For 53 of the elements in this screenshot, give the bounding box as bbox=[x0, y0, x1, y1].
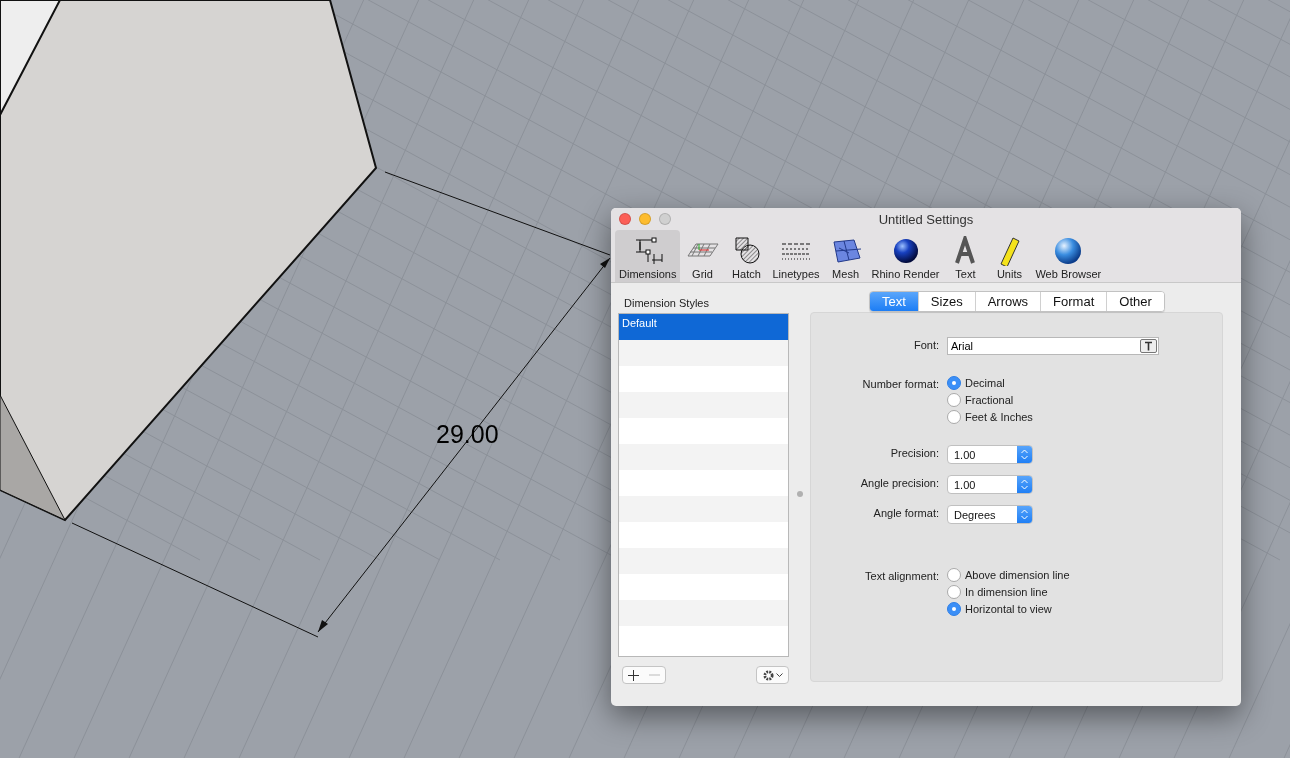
radio-button[interactable] bbox=[947, 393, 961, 407]
field-label: Number format: bbox=[861, 377, 940, 392]
radio-button[interactable] bbox=[947, 602, 961, 616]
toolbar-tab[interactable]: Mesh bbox=[823, 230, 868, 282]
list-item[interactable]: Default bbox=[619, 314, 788, 340]
toolbar-tab[interactable]: Dimensions bbox=[615, 230, 681, 282]
tab[interactable]: Sizes bbox=[917, 292, 975, 311]
radio-label: Decimal bbox=[965, 377, 1005, 389]
action-menu-button[interactable] bbox=[756, 666, 789, 684]
plus-icon bbox=[628, 669, 639, 681]
close-button[interactable] bbox=[619, 213, 631, 225]
toolbar-tab[interactable]: Units bbox=[987, 230, 1032, 282]
letter-icon bbox=[1144, 341, 1153, 351]
radio-button[interactable] bbox=[947, 376, 961, 390]
field-label: Angle format: bbox=[872, 506, 940, 521]
tab[interactable]: Format bbox=[1040, 292, 1107, 311]
radio-button[interactable] bbox=[947, 568, 961, 582]
tab[interactable]: Arrows bbox=[974, 292, 1041, 311]
toolbar-tab[interactable]: Hatch bbox=[724, 230, 769, 282]
radio-label: Above dimension line bbox=[965, 569, 1070, 581]
gear-icon bbox=[762, 669, 774, 681]
font-field[interactable]: Arial bbox=[947, 337, 1159, 355]
toolbar-tab[interactable]: Grid bbox=[680, 230, 725, 282]
toolbar-tab[interactable]: Linetypes bbox=[768, 230, 824, 282]
window-title: Untitled Settings bbox=[878, 211, 974, 227]
stepper-icon bbox=[1021, 449, 1028, 460]
radio-label: Fractional bbox=[965, 394, 1014, 406]
minus-icon bbox=[649, 674, 660, 676]
font-picker-button[interactable] bbox=[1140, 339, 1157, 353]
field-label: Text alignment: bbox=[864, 569, 940, 584]
tab[interactable]: Other bbox=[1106, 292, 1164, 311]
toolbar-tab[interactable]: Rhino Render bbox=[867, 230, 944, 282]
toolbar-tab[interactable]: Web Browser bbox=[1031, 230, 1106, 282]
zoom-button[interactable] bbox=[659, 213, 671, 225]
radio-label: In dimension line bbox=[965, 586, 1048, 598]
field-label: Precision: bbox=[889, 446, 940, 461]
split-handle[interactable] bbox=[796, 490, 803, 497]
stepper-icon bbox=[1021, 479, 1028, 490]
stepper-icon bbox=[1021, 509, 1028, 520]
dropdown[interactable]: 1.00 bbox=[947, 475, 1033, 494]
radio-button[interactable] bbox=[947, 585, 961, 599]
field-label: Font: bbox=[912, 338, 940, 353]
dimension-label: 29.00 bbox=[436, 420, 499, 449]
radio-label: Feet & Inches bbox=[965, 411, 1033, 423]
radio-button[interactable] bbox=[947, 410, 961, 424]
minimize-button[interactable] bbox=[639, 213, 651, 225]
dropdown[interactable]: Degrees bbox=[947, 505, 1033, 524]
field-label: Angle precision: bbox=[859, 476, 940, 491]
caret-icon bbox=[775, 672, 783, 678]
toolbar-tab[interactable]: Text bbox=[943, 230, 988, 282]
dropdown[interactable]: 1.00 bbox=[947, 445, 1033, 464]
panel-title: Dimension Styles bbox=[623, 296, 710, 311]
radio-label: Horizontal to view bbox=[965, 603, 1052, 615]
